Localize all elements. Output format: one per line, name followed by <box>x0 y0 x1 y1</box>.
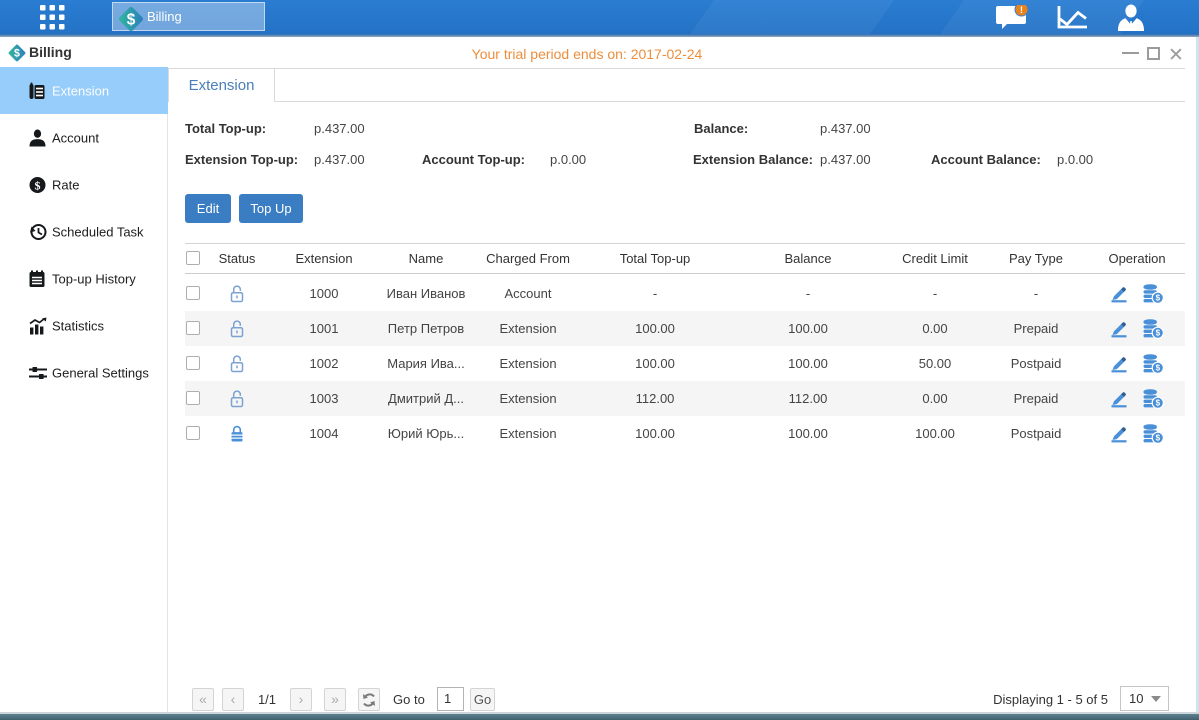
svg-text:$: $ <box>1156 433 1161 442</box>
svg-text:$: $ <box>14 48 20 60</box>
svg-text:$: $ <box>1156 328 1161 337</box>
svg-text:$: $ <box>1156 363 1161 372</box>
svg-text:$: $ <box>35 178 41 192</box>
svg-text:$: $ <box>127 11 136 28</box>
svg-text:$: $ <box>1156 398 1161 407</box>
svg-text:$: $ <box>1156 293 1161 302</box>
svg-text:!: ! <box>1020 5 1023 15</box>
